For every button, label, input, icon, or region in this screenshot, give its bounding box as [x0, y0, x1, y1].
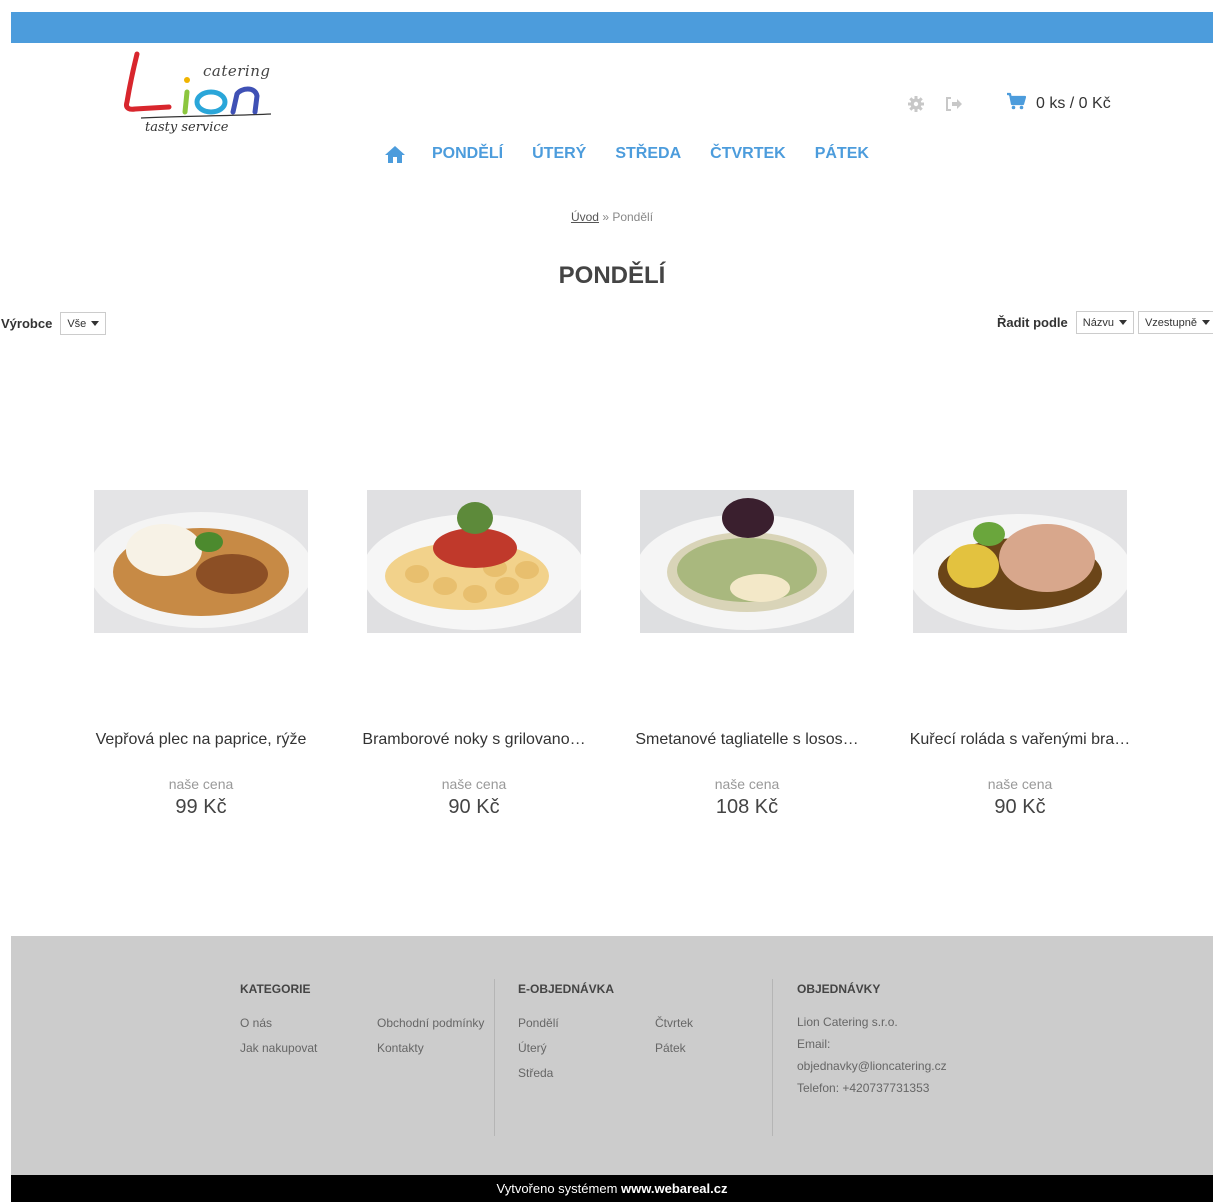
footer-objednavky: OBJEDNÁVKY Lion Catering s.r.o. Email: o… [797, 982, 947, 1099]
footer-link-kontakty[interactable]: Kontakty [377, 1041, 484, 1066]
footer-link-o-nas[interactable]: O nás [240, 1016, 377, 1041]
breadcrumb-current: Pondělí [612, 210, 654, 224]
nav-item-ctvrtek[interactable]: ČTVRTEK [710, 145, 786, 163]
product-image[interactable] [913, 490, 1127, 633]
manufacturer-select[interactable]: Vše [60, 312, 107, 335]
cart-summary[interactable]: 0 ks / 0 Kč [1006, 92, 1111, 115]
product-card[interactable]: Vepřová plec na paprice, rýže naše cena … [71, 490, 331, 819]
product-image[interactable] [94, 490, 308, 633]
sort-order-select[interactable]: Vzestupně [1137, 311, 1213, 334]
home-icon[interactable] [384, 144, 406, 164]
footer-link-patek[interactable]: Pátek [655, 1041, 693, 1066]
logo-tagline: tasty service [145, 120, 229, 135]
footer-company-name: Lion Catering s.r.o. [797, 1015, 898, 1029]
bottom-bar: Vytvořeno systémem www.webareal.cz [11, 1175, 1213, 1202]
manufacturer-label: Výrobce [1, 316, 53, 331]
page: catering tasty service 0 ks / 0 Kč PONDĚ… [1, 12, 1213, 1202]
sort-order-value: Vzestupně [1144, 316, 1197, 329]
footer-link-streda[interactable]: Středa [518, 1066, 655, 1091]
product-price-label: naše cena [987, 776, 1053, 792]
footer-link-utery[interactable]: Úterý [518, 1041, 655, 1066]
footer-eobjednavka: E-OBJEDNÁVKA Pondělí Úterý Středa Čtvrte… [518, 982, 693, 1091]
product-image[interactable] [640, 490, 854, 633]
product-name[interactable]: Kuřecí roláda s vařenými bra… [890, 731, 1150, 749]
cart-text: 0 ks / 0 Kč [1036, 94, 1111, 112]
product-card[interactable]: Bramborové noky s grilovano… naše cena 9… [344, 490, 604, 819]
product-price: 108 Kč [715, 796, 779, 818]
product-price-label: naše cena [168, 776, 234, 792]
footer: KATEGORIE O nás Jak nakupovat Obchodní p… [11, 936, 1213, 1175]
footer-email-label: Email: [797, 1037, 831, 1051]
product-name[interactable]: Smetanové tagliatelle s losos… [617, 731, 877, 749]
footer-divider [494, 979, 495, 1136]
gear-icon[interactable] [906, 94, 926, 114]
page-title: PONDĚLÍ [558, 262, 666, 289]
logo-catering-text: catering [203, 62, 271, 80]
footer-link-obchodni-podminky[interactable]: Obchodní podmínky [377, 1016, 484, 1041]
product-price: 90 Kč [448, 796, 500, 818]
breadcrumb: Úvod » Pondělí [11, 210, 1213, 224]
sort-by-select[interactable]: Názvu [1075, 311, 1134, 334]
header-tools: 0 ks / 0 Kč [906, 92, 1111, 115]
main-nav: PONDĚLÍ ÚTERÝ STŘEDA ČTVRTEK PÁTEK [384, 144, 898, 164]
product-name[interactable]: Bramborové noky s grilovano… [344, 731, 604, 749]
footer-link-ctvrtek[interactable]: Čtvrtek [655, 1016, 693, 1041]
footer-link-jak-nakupovat[interactable]: Jak nakupovat [240, 1041, 377, 1066]
bottom-bar-link[interactable]: www.webareal.cz [621, 1181, 727, 1196]
cart-icon [1006, 92, 1027, 115]
manufacturer-select-value: Vše [67, 317, 87, 330]
product-price-label: naše cena [714, 776, 780, 792]
chevron-down-icon [1201, 320, 1210, 325]
product-card[interactable]: Smetanové tagliatelle s losos… naše cena… [617, 490, 877, 819]
footer-eobjednavka-title: E-OBJEDNÁVKA [518, 982, 615, 996]
nav-item-streda[interactable]: STŘEDA [615, 145, 681, 163]
footer-kategorie-title: KATEGORIE [240, 982, 311, 996]
product-card[interactable]: Kuřecí roláda s vařenými bra… naše cena … [890, 490, 1150, 819]
logo[interactable]: catering tasty service [119, 50, 279, 142]
product-price: 99 Kč [175, 796, 227, 818]
footer-phone: Telefon: +420737731353 [797, 1081, 930, 1095]
footer-kategorie: KATEGORIE O nás Jak nakupovat Obchodní p… [240, 982, 484, 1066]
top-accent-bar [11, 12, 1213, 43]
breadcrumb-home-link[interactable]: Úvod [571, 210, 599, 224]
manufacturer-filter: Výrobce Vše [1, 312, 107, 335]
product-price: 90 Kč [994, 796, 1046, 818]
chevron-down-icon [1118, 320, 1127, 325]
bottom-bar-text: Vytvořeno systémem [496, 1181, 622, 1196]
sort-by-value: Názvu [1082, 316, 1114, 329]
sort-label: Řadit podle [997, 315, 1068, 330]
breadcrumb-separator: » [598, 210, 613, 224]
nav-item-pondeli[interactable]: PONDĚLÍ [432, 145, 503, 163]
chevron-down-icon [91, 321, 100, 326]
sort-controls: Řadit podle Názvu Vzestupně [997, 311, 1213, 334]
lion-logo-mark [124, 51, 272, 119]
footer-objednavky-title: OBJEDNÁVKY [797, 982, 881, 996]
nav-item-utery[interactable]: ÚTERÝ [532, 145, 586, 163]
product-image[interactable] [367, 490, 581, 633]
footer-link-pondeli[interactable]: Pondělí [518, 1016, 655, 1041]
footer-divider [772, 979, 773, 1136]
product-name[interactable]: Vepřová plec na paprice, rýže [71, 731, 331, 749]
footer-email-link[interactable]: objednavky@lioncatering.cz [797, 1055, 947, 1077]
nav-item-patek[interactable]: PÁTEK [815, 145, 869, 163]
product-price-label: naše cena [441, 776, 507, 792]
logout-icon[interactable] [944, 94, 964, 114]
